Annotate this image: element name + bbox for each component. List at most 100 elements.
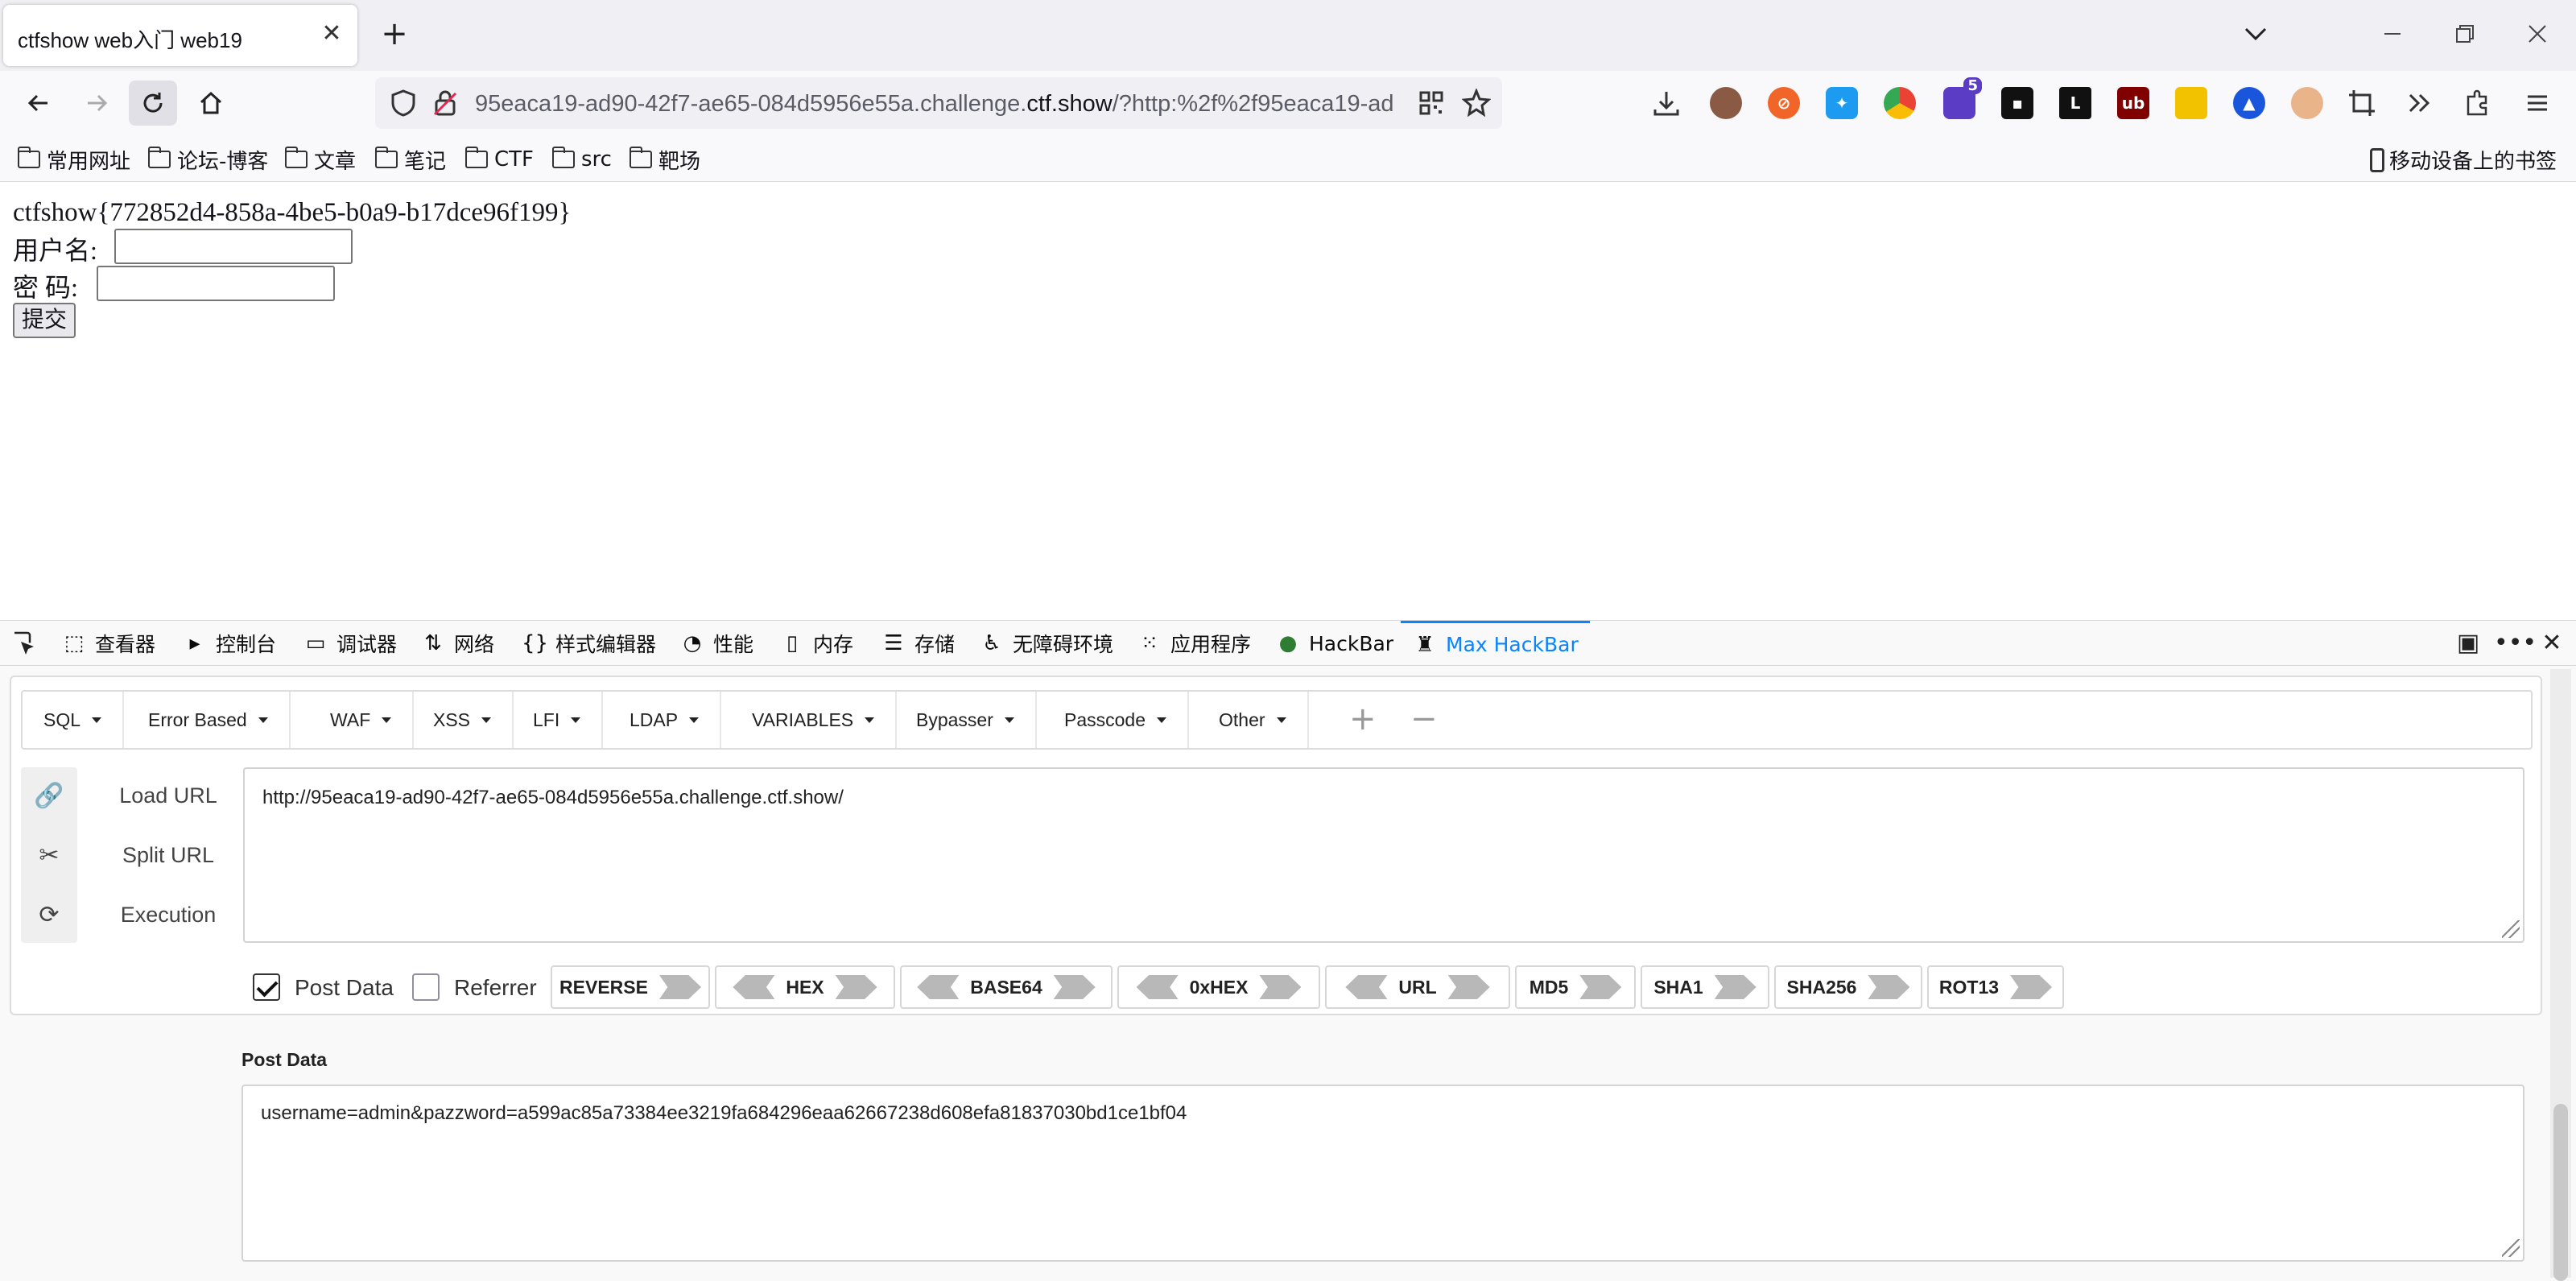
bookmark-folder[interactable]: CTF (464, 145, 534, 174)
extension-l-icon[interactable]: L (2059, 87, 2091, 119)
url-bar[interactable]: 95eaca19-ad90-42f7-ae65-084d5956e55a.cha… (375, 77, 1502, 129)
chrome-icon[interactable] (1884, 87, 1916, 119)
bookmark-folder[interactable]: 笔记 (374, 145, 446, 174)
resize-grip-icon[interactable] (2502, 1239, 2520, 1257)
url-prefix: 95eaca19-ad90-42f7-ae65-084d5956e55a.cha… (475, 91, 1027, 117)
remove-field-icon[interactable]: − (1410, 703, 1438, 735)
extension-face-icon[interactable] (2291, 87, 2323, 119)
resize-grip-icon[interactable] (2502, 920, 2520, 938)
overflow-chevron-icon[interactable] (2405, 89, 2434, 118)
bookmark-folder[interactable]: 常用网址 (17, 145, 130, 174)
url-text[interactable]: 95eaca19-ad90-42f7-ae65-084d5956e55a.cha… (475, 91, 1409, 118)
extension-key-icon[interactable] (2175, 87, 2207, 119)
menu-xss[interactable]: XSS (412, 692, 514, 748)
md5-button[interactable]: MD5 (1515, 965, 1636, 1009)
menu-ldap[interactable]: LDAP (609, 692, 722, 748)
bookmark-folder[interactable]: 论坛-博客 (147, 145, 268, 174)
extension-bird-icon[interactable]: ✦ (1826, 87, 1858, 119)
crop-icon[interactable] (2347, 89, 2376, 118)
extension-noscript-icon[interactable]: ⊘ (1768, 87, 1800, 119)
devtools-scrollbar[interactable] (2550, 669, 2571, 1281)
url-encode-button[interactable]: URL (1325, 965, 1510, 1009)
post-data-checkbox[interactable] (253, 973, 280, 1001)
menu-waf[interactable]: WAF (309, 692, 415, 748)
app-menu-icon[interactable] (2523, 89, 2552, 118)
devtools-tab-console[interactable]: ▸ 控制台 (182, 621, 276, 666)
devtools-tab-network[interactable]: ⇅ 网络 (420, 621, 494, 666)
tab-active[interactable]: ctfshow web入门 web19 ✕ (3, 5, 357, 66)
devtools-tab-label: 存储 (914, 633, 956, 656)
menu-bypasser[interactable]: Bypasser (895, 692, 1037, 748)
reverse-button[interactable]: REVERSE (551, 965, 710, 1009)
post-data-textarea[interactable]: username=admin&pazzword=a599ac85a73384ee… (242, 1085, 2524, 1262)
devtools-tab-performance[interactable]: ◔ 性能 (679, 621, 753, 666)
devtools-tab-storage[interactable]: ☰ 存储 (881, 621, 955, 666)
sha1-button[interactable]: SHA1 (1641, 965, 1769, 1009)
extension-game-icon[interactable]: ▪ (2001, 87, 2033, 119)
devtools-tab-accessibility[interactable]: ♿ 无障碍环境 (979, 621, 1113, 666)
0xhex-button[interactable]: 0xHEX (1117, 965, 1320, 1009)
tab-close-icon[interactable]: ✕ (317, 19, 346, 48)
more-options-icon[interactable]: ••• (2494, 627, 2537, 659)
mobile-bookmarks[interactable]: 移动设备上的书签 (2369, 145, 2557, 175)
window-close-icon[interactable] (2520, 16, 2555, 52)
dock-side-icon[interactable]: ▣ (2452, 627, 2484, 659)
devtools-tab-max-hackbar[interactable]: ♜ Max HackBar (1401, 621, 1590, 666)
add-field-icon[interactable]: + (1349, 703, 1377, 735)
insecure-lock-icon[interactable] (431, 89, 459, 118)
referrer-checkbox[interactable] (412, 973, 440, 1001)
page-content: ctfshow{772852d4-858a-4be5-b0a9-b17dce96… (0, 182, 2576, 620)
debugger-icon: ▭ (305, 631, 326, 655)
extensions-puzzle-icon[interactable] (2463, 89, 2492, 118)
devtools-tab-application[interactable]: ⁙ 应用程序 (1137, 621, 1251, 666)
hackbar-icon: ● (1278, 631, 1298, 655)
bookmark-folder[interactable]: 文章 (284, 145, 356, 174)
bookmark-folder[interactable]: 靶场 (629, 145, 700, 174)
extension-triangle-icon[interactable]: ▲ (2233, 87, 2265, 119)
split-url-button[interactable]: Split URL (100, 843, 237, 868)
bookmark-folder[interactable]: src (551, 145, 612, 174)
element-picker-icon[interactable] (10, 630, 37, 658)
hex-button[interactable]: HEX (715, 965, 895, 1009)
forward-button[interactable] (72, 81, 121, 126)
scrollbar-thumb[interactable] (2553, 1104, 2568, 1281)
password-input[interactable] (97, 266, 335, 301)
menu-sql[interactable]: SQL (23, 692, 125, 748)
execution-button[interactable]: Execution (100, 903, 237, 928)
menu-lfi[interactable]: LFI (512, 692, 604, 748)
extension-badge-icon[interactable]: 5 (1943, 77, 1982, 119)
rot13-button[interactable]: ROT13 (1927, 965, 2064, 1009)
shield-icon[interactable] (390, 89, 417, 118)
menu-variables[interactable]: VARIABLES (731, 692, 898, 748)
minimize-icon[interactable] (2375, 16, 2410, 52)
base64-button[interactable]: BASE64 (900, 965, 1113, 1009)
extension-avatar-icon[interactable] (1710, 87, 1742, 119)
home-button[interactable] (187, 81, 235, 126)
devtools-close-icon[interactable]: ✕ (2536, 627, 2568, 659)
username-input[interactable] (114, 229, 353, 264)
reload-button[interactable] (129, 81, 177, 126)
list-all-tabs-icon[interactable] (2240, 18, 2272, 50)
link-icon[interactable]: 🔗 (21, 767, 77, 824)
devtools-tab-inspector[interactable]: ⬚ 查看器 (61, 621, 155, 666)
devtools-tab-debugger[interactable]: ▭ 调试器 (303, 621, 397, 666)
qr-code-icon[interactable] (1418, 90, 1444, 116)
devtools-tab-style-editor[interactable]: {} 样式编辑器 (522, 621, 656, 666)
url-textarea[interactable]: http://95eaca19-ad90-42f7-ae65-084d5956e… (243, 767, 2524, 943)
new-tab-button[interactable]: + (377, 16, 412, 52)
sha256-button[interactable]: SHA256 (1774, 965, 1922, 1009)
refresh-icon[interactable]: ⟳ (21, 886, 77, 943)
scissors-icon[interactable]: ✂ (21, 827, 77, 883)
downloads-icon[interactable] (1652, 89, 1681, 118)
load-url-button[interactable]: Load URL (100, 783, 237, 808)
devtools-tab-memory[interactable]: ▯ 内存 (779, 621, 853, 666)
back-button[interactable] (14, 81, 63, 126)
restore-icon[interactable] (2447, 16, 2483, 52)
bookmark-star-icon[interactable] (1462, 89, 1491, 118)
devtools-tab-hackbar[interactable]: ● HackBar (1275, 621, 1393, 666)
ublock-icon[interactable]: ub (2117, 87, 2149, 119)
menu-error-based[interactable]: Error Based (127, 692, 291, 748)
menu-passcode[interactable]: Passcode (1043, 692, 1190, 748)
submit-button[interactable]: 提交 (13, 303, 76, 338)
menu-other[interactable]: Other (1198, 692, 1309, 748)
